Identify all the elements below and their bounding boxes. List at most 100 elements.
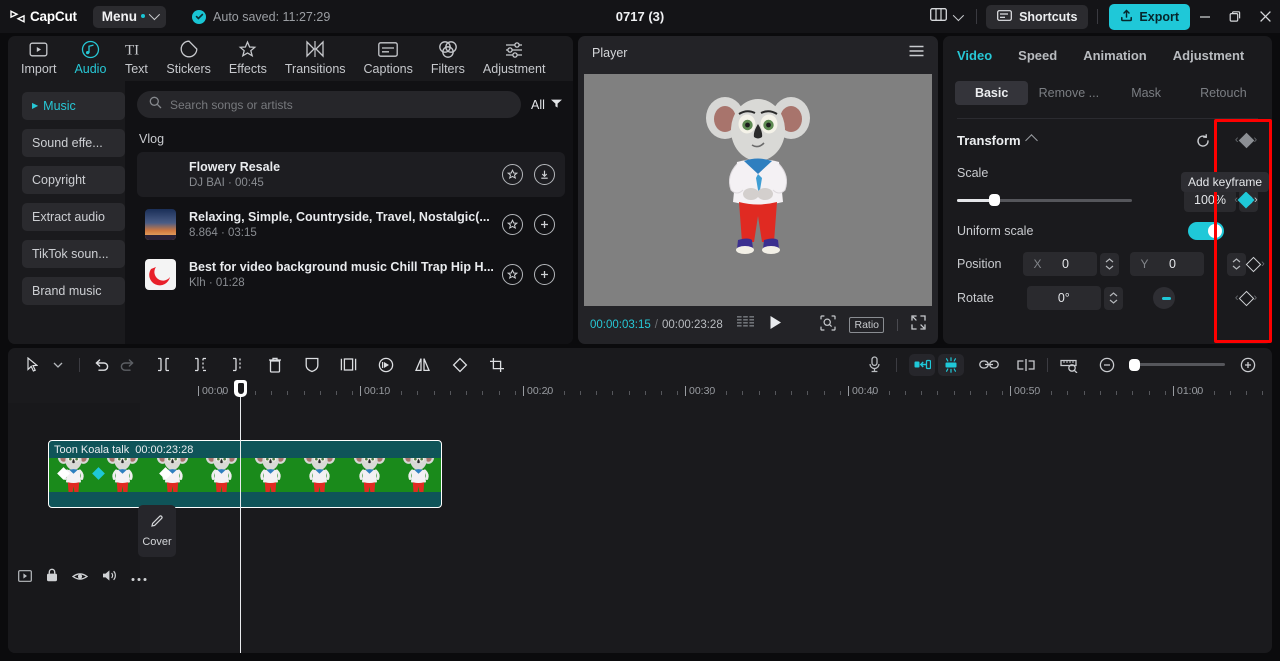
auto-fit-button[interactable]	[909, 353, 935, 376]
volume-icon[interactable]	[102, 569, 117, 587]
sidebar-item-music[interactable]: ▶ Music	[22, 92, 125, 120]
redo-button[interactable]	[114, 353, 139, 377]
nav-tab-import[interactable]: Import	[12, 36, 65, 81]
player-canvas[interactable]	[584, 74, 932, 306]
keyframe-diamond-icon[interactable]	[1238, 132, 1254, 148]
search-input[interactable]	[170, 97, 510, 112]
star-icon[interactable]	[501, 214, 523, 235]
timeline-ruler[interactable]: 00:00 00:10 00:20 00:30 00:40 00:50 01:0…	[140, 381, 1272, 403]
tab-adjustment[interactable]: Adjustment	[1173, 48, 1245, 63]
keyframe-diamond-icon[interactable]	[1238, 290, 1254, 306]
rotate-button[interactable]	[447, 353, 472, 377]
crop-button[interactable]	[484, 353, 509, 377]
menu-button[interactable]: Menu	[92, 5, 167, 28]
scale-slider[interactable]	[957, 194, 1132, 206]
zoom-target-icon[interactable]	[820, 314, 837, 336]
split-left-button[interactable]	[151, 353, 176, 377]
download-icon[interactable]	[533, 164, 555, 185]
position-x-input[interactable]: X 0	[1023, 252, 1098, 276]
tab-animation[interactable]: Animation	[1083, 48, 1147, 63]
search-box[interactable]	[137, 91, 522, 118]
subtab-remove-bg[interactable]: Remove ...	[1032, 81, 1105, 105]
track-thumbnail-icon[interactable]	[18, 569, 32, 587]
delete-button[interactable]	[262, 353, 287, 377]
play-icon[interactable]	[769, 315, 782, 335]
maximize-button[interactable]	[1220, 0, 1250, 33]
tab-speed[interactable]: Speed	[1018, 48, 1057, 63]
subtab-basic[interactable]: Basic	[955, 80, 1029, 105]
position-y-stepper[interactable]	[1227, 252, 1247, 276]
shortcuts-button[interactable]: Shortcuts	[986, 4, 1089, 29]
minimize-button[interactable]	[1190, 0, 1220, 33]
transform-section-header[interactable]: Transform ‹ ›	[943, 125, 1272, 155]
sidebar-item-extract-audio[interactable]: Extract audio	[22, 203, 125, 231]
timeline-zoom-slider[interactable]	[1129, 358, 1225, 371]
mask-button[interactable]	[299, 353, 324, 377]
frames-icon[interactable]	[736, 316, 754, 334]
split-playhead-button[interactable]	[1013, 353, 1038, 377]
horizontal-scrollbar[interactable]	[0, 653, 1280, 661]
plus-icon[interactable]	[533, 214, 555, 235]
rotate-input[interactable]: 0°	[1026, 286, 1101, 310]
eye-icon[interactable]	[71, 569, 89, 587]
reset-circular-arrow-icon[interactable]	[1196, 134, 1210, 153]
zoom-in-button[interactable]	[1235, 353, 1260, 377]
mirror-button[interactable]	[410, 353, 435, 377]
reverse-button[interactable]	[373, 353, 398, 377]
ratio-button[interactable]: Ratio	[849, 317, 884, 333]
uniform-scale-toggle[interactable]	[1188, 222, 1224, 240]
nav-tab-effects[interactable]: Effects	[220, 36, 276, 81]
keyframe-next-icon[interactable]: ›	[1254, 194, 1258, 206]
select-tool-dropdown[interactable]	[45, 353, 70, 377]
plus-icon[interactable]	[533, 264, 555, 285]
link-clips-button[interactable]	[976, 353, 1001, 377]
undo-button[interactable]	[89, 353, 114, 377]
transform-keyframe-control[interactable]: ‹ ›	[1220, 125, 1272, 155]
select-tool-button[interactable]	[20, 353, 45, 377]
star-icon[interactable]	[501, 164, 523, 185]
list-item[interactable]: Best for video background music Chill Tr…	[137, 252, 565, 297]
subtab-retouch[interactable]: Retouch	[1187, 81, 1260, 105]
split-right-button[interactable]	[188, 353, 213, 377]
split-clip-button[interactable]	[225, 353, 250, 377]
keyframe-diamond-icon[interactable]	[1245, 256, 1262, 272]
nav-tab-filters[interactable]: Filters	[422, 36, 474, 81]
list-item[interactable]: Relaxing, Simple, Countryside, Travel, N…	[137, 202, 565, 247]
rotate-keyframe-control[interactable]: ‹ ›	[1220, 281, 1272, 315]
nav-tab-transitions[interactable]: Transitions	[276, 36, 355, 81]
scale-slider-knob[interactable]	[989, 194, 1000, 206]
export-button[interactable]: Export	[1109, 3, 1190, 30]
sidebar-item-sound-effects[interactable]: Sound effe...	[22, 129, 125, 157]
layout-panels-button[interactable]	[924, 4, 967, 30]
lock-icon[interactable]	[46, 568, 58, 587]
nav-tab-adjustment[interactable]: Adjustment	[474, 36, 555, 81]
position-keyframe-control[interactable]: ›	[1220, 247, 1272, 281]
nav-tab-captions[interactable]: Captions	[355, 36, 422, 81]
sidebar-item-brand-music[interactable]: Brand music	[22, 277, 125, 305]
close-button[interactable]	[1250, 0, 1280, 33]
list-item[interactable]: Flowery Resale DJ BAI · 00:45	[137, 152, 565, 197]
rotate-stepper[interactable]	[1103, 286, 1123, 310]
cover-button[interactable]: Cover	[138, 505, 176, 557]
nav-tab-text[interactable]: TI Text	[115, 36, 157, 81]
ruler-zoom-button[interactable]	[1057, 353, 1082, 377]
freeze-frame-button[interactable]	[336, 353, 361, 377]
position-x-stepper[interactable]	[1100, 252, 1120, 276]
sidebar-item-copyright[interactable]: Copyright	[22, 166, 125, 194]
tab-video[interactable]: Video	[957, 48, 992, 63]
zoom-out-button[interactable]	[1094, 353, 1119, 377]
rotate-dial[interactable]	[1152, 287, 1175, 309]
fullscreen-icon[interactable]	[911, 315, 926, 335]
filter-all-button[interactable]: All	[531, 98, 565, 112]
position-y-input[interactable]: Y 0	[1130, 252, 1205, 276]
nav-tab-stickers[interactable]: Stickers	[157, 36, 219, 81]
timeline-clip[interactable]: Toon Koala talk 00:00:23:28	[48, 440, 442, 508]
playhead-handle[interactable]	[234, 380, 247, 397]
snap-magnet-button[interactable]	[938, 353, 964, 376]
star-icon[interactable]	[501, 264, 523, 285]
record-voiceover-button[interactable]	[862, 353, 887, 377]
timeline-zoom-knob[interactable]	[1129, 358, 1140, 371]
current-time[interactable]: 00:00:03:15	[590, 319, 651, 331]
sidebar-item-tiktok-sounds[interactable]: TikTok soun...	[22, 240, 125, 268]
nav-tab-audio[interactable]: Audio	[65, 36, 115, 81]
